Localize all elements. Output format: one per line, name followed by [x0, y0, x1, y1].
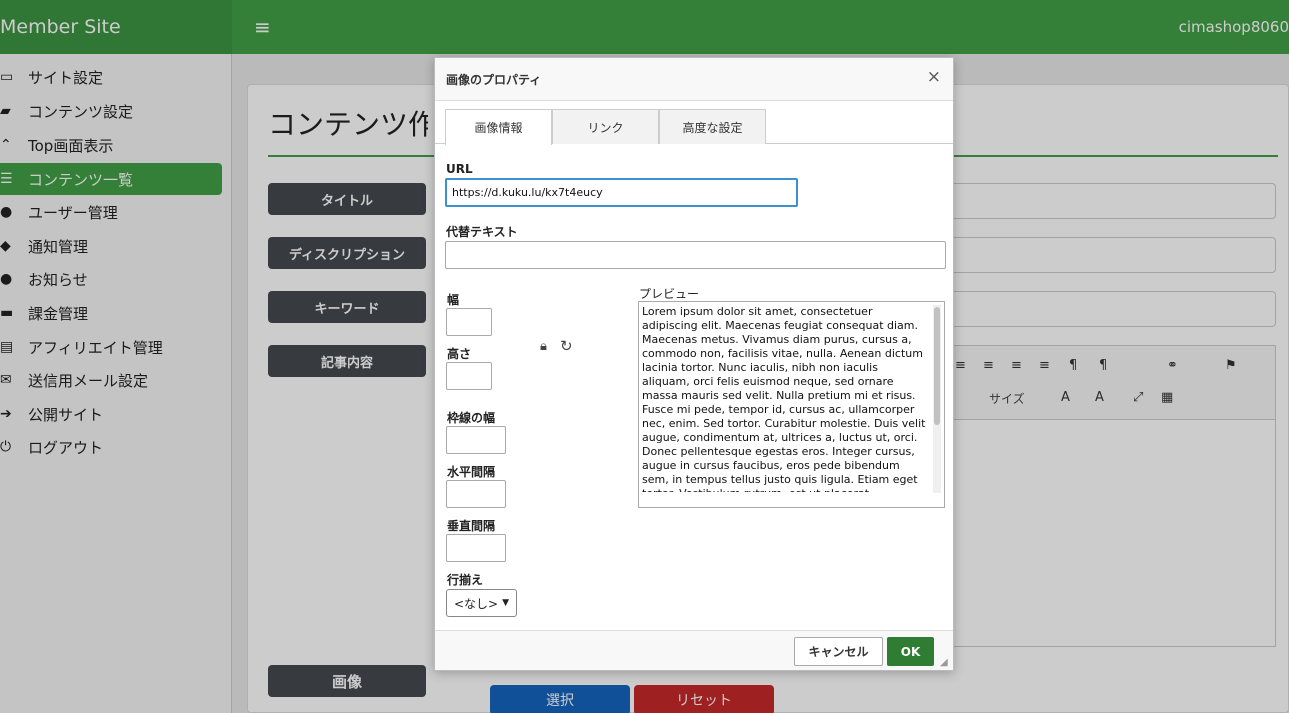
alt-text-label: 代替テキスト: [446, 225, 518, 239]
scrollbar-thumb[interactable]: [934, 307, 940, 425]
preview-label: プレビュー: [639, 287, 700, 301]
preview-scrollbar[interactable]: [933, 305, 941, 493]
preview-box[interactable]: Lorem ipsum dolor sit amet, consectetuer…: [638, 301, 945, 508]
border-width-input[interactable]: [446, 426, 506, 454]
cancel-button[interactable]: キャンセル: [794, 637, 883, 666]
lock-ratio-icon[interactable]: 🔒︎: [540, 339, 547, 354]
vspace-input[interactable]: [446, 534, 506, 562]
align-select[interactable]: <なし> ▼: [446, 589, 517, 617]
dialog-header: 画像のプロパティ ×: [435, 58, 953, 101]
tab-image-info[interactable]: 画像情報: [445, 109, 552, 145]
border-width-label: 枠線の幅: [447, 411, 496, 425]
tab-link[interactable]: リンク: [552, 109, 659, 144]
height-input[interactable]: [446, 362, 492, 390]
width-input[interactable]: [446, 308, 492, 336]
preview-text: Lorem ipsum dolor sit amet, consectetuer…: [642, 305, 926, 492]
hspace-label: 水平間隔: [447, 465, 496, 479]
hspace-input[interactable]: [446, 480, 506, 508]
dialog-tabs: 画像情報 リンク 高度な設定: [435, 109, 953, 145]
tab-advanced[interactable]: 高度な設定: [659, 109, 766, 144]
width-label: 幅: [447, 293, 460, 307]
url-input[interactable]: https://d.kuku.lu/kx7t4eucy: [445, 178, 798, 207]
align-select-value: <なし>: [453, 596, 499, 611]
resize-grip-icon[interactable]: ◢: [940, 657, 950, 668]
height-label: 高さ: [447, 347, 472, 361]
dialog-title: 画像のプロパティ: [446, 73, 542, 87]
ok-button[interactable]: OK: [887, 637, 934, 666]
reset-size-icon[interactable]: ↻: [560, 337, 573, 355]
image-properties-dialog: 画像のプロパティ × 画像情報 リンク 高度な設定 URL https://d.…: [434, 57, 954, 671]
close-icon[interactable]: ×: [927, 67, 941, 87]
align-label: 行揃え: [447, 573, 484, 587]
dialog-footer: キャンセル OK ◢: [435, 630, 953, 670]
vspace-label: 垂直間隔: [447, 519, 496, 533]
chevron-down-icon: ▼: [502, 598, 510, 608]
alt-text-input[interactable]: [445, 241, 946, 269]
url-label: URL: [446, 162, 473, 176]
